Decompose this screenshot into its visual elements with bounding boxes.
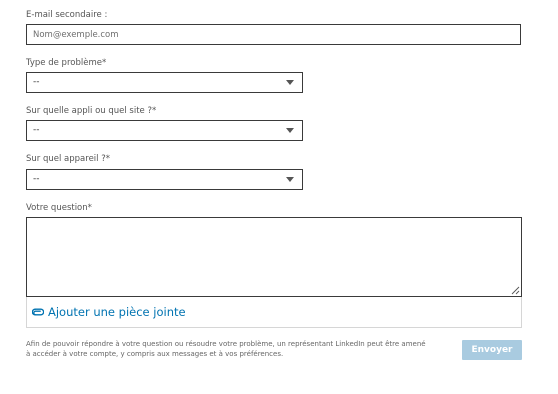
problem-type-select[interactable]: -- [26,72,303,93]
device-label: Sur quel appareil ?* [26,154,110,164]
resize-grip-icon[interactable] [511,286,520,295]
problem-type-label: Type de problème* [26,58,107,68]
attachment-area: Ajouter une pièce jointe [26,297,522,328]
question-label: Votre question* [26,203,92,213]
device-selected-value: -- [33,174,40,184]
app-or-site-selected-value: -- [33,125,40,135]
privacy-disclaimer: Afin de pouvoir répondre à votre questio… [26,340,426,358]
secondary-email-input[interactable] [26,24,521,45]
paperclip-icon [32,308,44,316]
app-or-site-label: Sur quelle appli ou quel site ?* [26,106,157,116]
submit-button[interactable]: Envoyer [462,340,522,360]
problem-type-selected-value: -- [33,77,40,87]
chevron-down-icon [286,128,294,133]
chevron-down-icon [286,80,294,85]
add-attachment-label: Ajouter une pièce jointe [48,305,186,319]
add-attachment-link[interactable]: Ajouter une pièce jointe [32,305,186,319]
chevron-down-icon [286,177,294,182]
device-select[interactable]: -- [26,169,303,190]
app-or-site-select[interactable]: -- [26,120,303,141]
secondary-email-label: E-mail secondaire : [26,10,108,20]
question-textarea[interactable] [26,217,522,297]
